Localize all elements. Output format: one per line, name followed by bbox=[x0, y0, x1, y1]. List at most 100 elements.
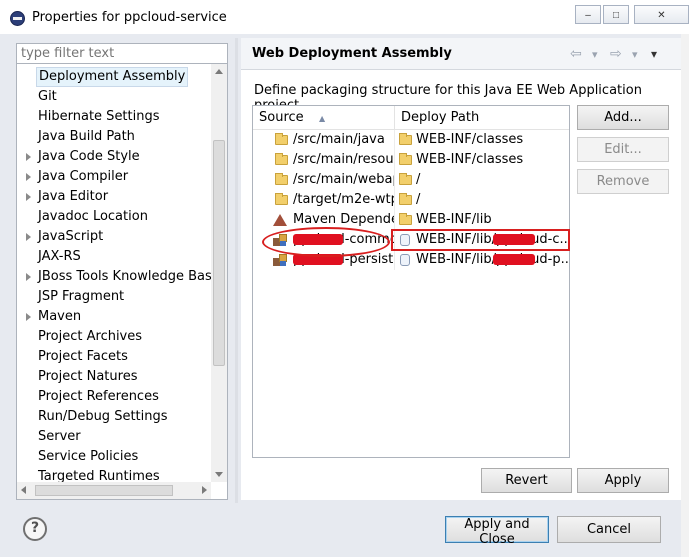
folder-icon bbox=[399, 213, 412, 225]
tree-item-project-archives[interactable]: Project Archives bbox=[17, 327, 212, 347]
folder-icon bbox=[275, 193, 288, 205]
table-row[interactable]: /src/main/webapp / bbox=[253, 170, 569, 190]
preference-tree: Deployment Assembly Git Hibernate Settin… bbox=[16, 64, 228, 500]
source-text: /src/main/resources bbox=[293, 152, 394, 167]
cancel-button[interactable]: Cancel bbox=[557, 516, 661, 543]
deploy-cell: WEB-INF/lib/ppcloud-p... bbox=[395, 250, 569, 270]
tree-item-run-debug-settings[interactable]: Run/Debug Settings bbox=[17, 407, 212, 427]
column-header-label: Source bbox=[259, 110, 304, 125]
scroll-right-icon[interactable] bbox=[202, 486, 207, 494]
tree-item-java-build-path[interactable]: Java Build Path bbox=[17, 127, 212, 147]
filter-input[interactable] bbox=[16, 43, 228, 64]
source-cell: /src/main/resources bbox=[253, 150, 395, 170]
tree-item-project-references[interactable]: Project References bbox=[17, 387, 212, 407]
expand-arrow-icon[interactable] bbox=[26, 273, 31, 281]
deploy-text: WEB-INF/classes bbox=[416, 152, 524, 167]
tree-item-label: Project References bbox=[38, 389, 159, 404]
tree-item-jax-rs[interactable]: JAX-RS bbox=[17, 247, 212, 267]
tree-item-label: Javadoc Location bbox=[38, 209, 148, 224]
tree-horizontal-scroll-thumb[interactable] bbox=[35, 485, 173, 496]
view-menu-icon[interactable]: ▾ bbox=[651, 47, 657, 61]
expand-arrow-icon[interactable] bbox=[26, 313, 31, 321]
tree-item-label: Java Editor bbox=[38, 189, 109, 204]
eclipse-icon bbox=[10, 11, 25, 26]
expand-arrow-icon[interactable] bbox=[26, 173, 31, 181]
deploy-cell: / bbox=[395, 190, 569, 210]
close-button[interactable]: ✕ bbox=[634, 5, 689, 24]
maximize-button[interactable]: □ bbox=[603, 5, 629, 24]
add-button[interactable]: Add... bbox=[577, 105, 669, 130]
deploy-cell: WEB-INF/classes bbox=[395, 150, 569, 170]
source-text: /src/main/java bbox=[293, 132, 385, 147]
tree-item-label: Maven bbox=[38, 309, 82, 324]
apply-and-close-button[interactable]: Apply and Close bbox=[445, 516, 549, 547]
tree-item-label: Deployment Assembly bbox=[36, 67, 189, 87]
source-text: /src/main/webapp bbox=[293, 172, 394, 187]
tree-item-java-editor[interactable]: Java Editor bbox=[17, 187, 212, 207]
sort-ascending-icon: ▲ bbox=[319, 114, 326, 123]
scroll-up-icon[interactable] bbox=[215, 69, 223, 74]
assembly-table: Source ▲ Deploy Path /src/main/java WEB-I… bbox=[252, 105, 570, 458]
tree-item-git[interactable]: Git bbox=[17, 87, 212, 107]
deploy-cell: WEB-INF/classes bbox=[395, 130, 569, 150]
table-row[interactable]: /src/main/java WEB-INF/classes bbox=[253, 130, 569, 150]
redaction-mark bbox=[493, 254, 535, 265]
table-row[interactable]: /src/main/resources WEB-INF/classes bbox=[253, 150, 569, 170]
tree-item-label: Project Natures bbox=[38, 369, 138, 384]
revert-button[interactable]: Revert bbox=[481, 468, 572, 493]
tree-item-project-natures[interactable]: Project Natures bbox=[17, 367, 212, 387]
folder-icon bbox=[275, 133, 288, 145]
minimize-button[interactable]: – bbox=[575, 5, 601, 24]
back-menu-icon[interactable]: ▾ bbox=[592, 48, 598, 61]
tree-item-server[interactable]: Server bbox=[17, 427, 212, 447]
apply-button[interactable]: Apply bbox=[577, 468, 669, 493]
column-header-label: Deploy Path bbox=[401, 110, 480, 125]
source-cell: /src/main/webapp bbox=[253, 170, 395, 190]
tree-item-project-facets[interactable]: Project Facets bbox=[17, 347, 212, 367]
table-row[interactable]: Maven Dependencies WEB-INF/lib bbox=[253, 210, 569, 230]
edit-button[interactable]: Edit... bbox=[577, 137, 669, 162]
tree-item-service-policies[interactable]: Service Policies bbox=[17, 447, 212, 467]
tree-item-hibernate-settings[interactable]: Hibernate Settings bbox=[17, 107, 212, 127]
deploy-cell: WEB-INF/lib bbox=[395, 210, 569, 230]
remove-button[interactable]: Remove bbox=[577, 169, 669, 194]
tree-item-jboss-tools-knowledge-base[interactable]: JBoss Tools Knowledge Base bbox=[17, 267, 220, 287]
forward-arrow-icon[interactable]: ⇨ bbox=[610, 46, 622, 62]
tree-item-label: JSP Fragment bbox=[38, 289, 125, 304]
tree-item-label: Java Build Path bbox=[38, 129, 135, 144]
tree-item-label: Server bbox=[38, 429, 81, 444]
back-arrow-icon[interactable]: ⇦ bbox=[570, 46, 582, 62]
tree-item-javadoc-location[interactable]: Javadoc Location bbox=[17, 207, 212, 227]
tree-item-java-code-style[interactable]: Java Code Style bbox=[17, 147, 212, 167]
table-row[interactable]: /target/m2e-wtp/web-resources / bbox=[253, 190, 569, 210]
tree-item-javascript[interactable]: JavaScript bbox=[17, 227, 212, 247]
source-cell: /target/m2e-wtp/web-resources bbox=[253, 190, 395, 210]
folder-icon bbox=[399, 153, 412, 165]
scroll-down-icon[interactable] bbox=[215, 472, 223, 477]
tree-item-label: Git bbox=[38, 89, 57, 104]
expand-arrow-icon[interactable] bbox=[26, 153, 31, 161]
annotation-ellipse bbox=[262, 227, 390, 257]
tree-item-label: JBoss Tools Knowledge Base bbox=[38, 269, 220, 284]
folder-icon bbox=[399, 173, 412, 185]
jar-icon bbox=[400, 254, 410, 266]
tree-item-deployment-assembly[interactable]: Deployment Assembly bbox=[17, 67, 212, 87]
expand-arrow-icon[interactable] bbox=[26, 233, 31, 241]
annotation-rectangle bbox=[391, 229, 570, 251]
tree-item-label: Java Compiler bbox=[38, 169, 129, 184]
tree-vertical-scroll-thumb[interactable] bbox=[213, 140, 225, 366]
deploy-text: WEB-INF/lib bbox=[416, 212, 492, 227]
tree-item-maven[interactable]: Maven bbox=[17, 307, 212, 327]
expand-arrow-icon[interactable] bbox=[26, 193, 31, 201]
tree-item-java-compiler[interactable]: Java Compiler bbox=[17, 167, 212, 187]
pane-divider[interactable] bbox=[235, 38, 238, 503]
column-header-deploy-path[interactable]: Deploy Path bbox=[395, 106, 569, 130]
help-icon[interactable]: ? bbox=[23, 517, 47, 541]
page-title: Web Deployment Assembly bbox=[252, 46, 452, 61]
column-header-source[interactable]: Source ▲ bbox=[253, 106, 395, 130]
forward-menu-icon[interactable]: ▾ bbox=[632, 48, 638, 61]
tree-item-label: JAX-RS bbox=[38, 249, 81, 264]
folder-icon bbox=[275, 153, 288, 165]
tree-item-jsp-fragment[interactable]: JSP Fragment bbox=[17, 287, 212, 307]
scroll-left-icon[interactable] bbox=[21, 486, 26, 494]
